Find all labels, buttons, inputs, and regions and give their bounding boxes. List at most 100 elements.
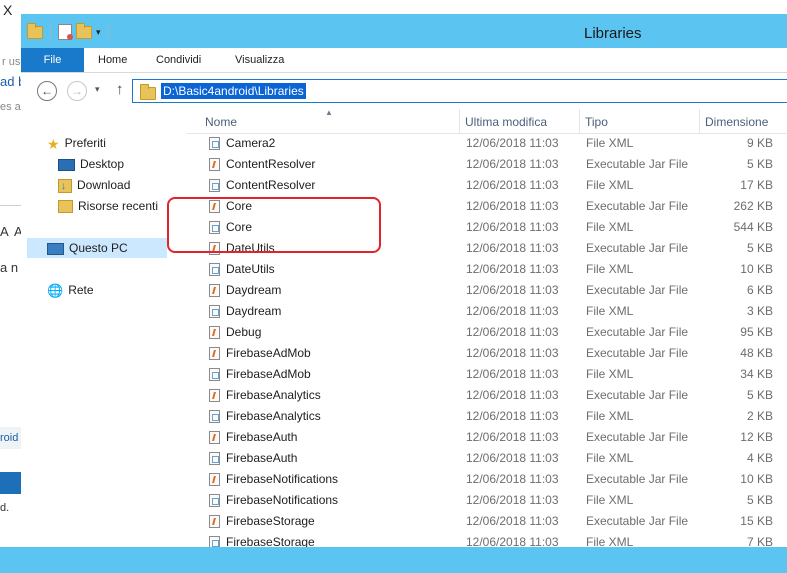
tab-home[interactable]: Home <box>98 48 127 72</box>
file-name: Camera2 <box>226 136 276 150</box>
up-button[interactable]: ↑ <box>116 81 124 98</box>
file-row[interactable]: FirebaseAuth 12/06/2018 11:03 File XML 4 KB <box>187 448 787 469</box>
background-cursor-glyph: X <box>3 2 13 18</box>
computer-icon <box>47 242 64 255</box>
file-size: 7 KB <box>746 535 773 547</box>
nav-item-label: Questo PC <box>69 241 128 255</box>
tab-file[interactable]: File <box>21 48 84 72</box>
jar-file-icon <box>209 284 220 297</box>
file-type: Executable Jar File <box>586 430 689 444</box>
file-row[interactable]: DateUtils 12/06/2018 11:03 File XML 10 KB <box>187 259 787 280</box>
window-bottom-border <box>0 547 787 573</box>
customize-toolbar-arrow-icon[interactable]: ▾ <box>96 27 101 38</box>
file-name: FirebaseNotifications <box>226 472 339 486</box>
ribbon-tabs: File Home Condividi Visualizza <box>21 48 787 73</box>
window-title: Libraries <box>584 25 642 42</box>
file-date: 12/06/2018 11:03 <box>466 472 559 486</box>
title-bar[interactable]: ▾ Libraries <box>21 14 787 48</box>
file-row[interactable]: Daydream 12/06/2018 11:03 Executable Jar F… <box>187 280 787 301</box>
file-name: Daydream <box>226 304 282 318</box>
file-size: 48 KB <box>740 346 773 360</box>
file-name: ContentResolver <box>226 178 316 192</box>
file-name: ContentResolver <box>226 157 316 171</box>
file-type: File XML <box>586 178 634 192</box>
file-size: 3 KB <box>746 304 773 318</box>
file-type: Executable Jar File <box>586 199 689 213</box>
nav-item-download[interactable]: Download <box>58 175 130 197</box>
nav-item-favorites[interactable]: ★ Preferiti <box>47 133 106 153</box>
file-row[interactable]: FirebaseStorage 12/06/2018 11:03 File XML 7… <box>187 532 787 547</box>
file-date: 12/06/2018 11:03 <box>466 241 559 255</box>
file-date: 12/06/2018 11:03 <box>466 346 559 360</box>
file-size: 17 KB <box>740 178 773 192</box>
file-name: FirebaseAuth <box>226 430 298 444</box>
background-text: d. <box>0 502 10 514</box>
file-date: 12/06/2018 11:03 <box>466 535 559 547</box>
file-size: 5 KB <box>746 493 773 507</box>
file-size: 10 KB <box>740 262 773 276</box>
star-icon: ★ <box>47 135 60 152</box>
file-type: File XML <box>586 535 634 547</box>
file-row[interactable]: FirebaseAuth 12/06/2018 11:03 Executable J… <box>187 427 787 448</box>
file-rows: Camera2 12/06/2018 11:03 File XML 9 KB Conte… <box>187 133 787 547</box>
file-name: FirebaseAnalytics <box>226 388 321 402</box>
file-type: Executable Jar File <box>586 472 689 486</box>
forward-button[interactable]: → <box>67 81 87 101</box>
nav-item-label: Risorse recenti <box>78 199 159 213</box>
file-date: 12/06/2018 11:03 <box>466 493 559 507</box>
file-row[interactable]: FirebaseAnalytics 12/06/2018 11:03 File XM… <box>187 406 787 427</box>
file-type: Executable Jar File <box>586 325 689 339</box>
nav-item-this-pc[interactable]: Questo PC <box>27 238 167 258</box>
file-size: 95 KB <box>740 325 773 339</box>
file-row[interactable]: FirebaseNotifications 12/06/2018 11:03 Exe… <box>187 469 787 490</box>
file-row[interactable]: FirebaseAdMob 12/06/2018 11:03 File XML 34 … <box>187 364 787 385</box>
nav-item-recent[interactable]: Risorse recenti <box>58 196 158 216</box>
file-name: FirebaseAnalytics <box>226 409 321 423</box>
tab-view[interactable]: Visualizza <box>235 48 284 72</box>
file-type: File XML <box>586 136 634 150</box>
new-folder-icon[interactable] <box>76 22 92 39</box>
file-name: FirebaseAdMob <box>226 367 311 381</box>
column-header-date[interactable]: Ultima modifica <box>460 109 580 133</box>
file-row[interactable]: Debug 12/06/2018 11:03 Executable Jar File… <box>187 322 787 343</box>
file-row[interactable]: ContentResolver 12/06/2018 11:03 File XML 1… <box>187 175 787 196</box>
xml-file-icon <box>209 494 220 507</box>
file-row[interactable]: ContentResolver 12/06/2018 11:03 Executabl… <box>187 154 787 175</box>
file-row[interactable]: FirebaseAnalytics 12/06/2018 11:03 Executa… <box>187 385 787 406</box>
file-date: 12/06/2018 11:03 <box>466 388 559 402</box>
tab-share[interactable]: Condividi <box>156 48 201 72</box>
xml-file-icon <box>209 410 220 423</box>
column-header-size[interactable]: Dimensione <box>700 109 787 133</box>
recent-places-icon <box>58 200 73 214</box>
file-row[interactable]: Daydream 12/06/2018 11:03 File XML 3 KB <box>187 301 787 322</box>
file-date: 12/06/2018 11:03 <box>466 199 559 213</box>
file-row[interactable]: FirebaseAdMob 12/06/2018 11:03 Executable … <box>187 343 787 364</box>
file-row[interactable]: FirebaseNotifications 12/06/2018 11:03 Fil… <box>187 490 787 511</box>
recent-locations-dropdown[interactable]: ▾ <box>95 84 100 95</box>
explorer-window: ▾ Libraries File Home Condividi Visualiz… <box>21 14 787 547</box>
address-path[interactable]: D:\Basic4android\Libraries <box>161 83 306 99</box>
properties-icon[interactable] <box>58 24 73 40</box>
folder-icon <box>27 22 43 39</box>
file-date: 12/06/2018 11:03 <box>466 367 559 381</box>
file-row[interactable]: Camera2 12/06/2018 11:03 File XML 9 KB <box>187 133 787 154</box>
xml-file-icon <box>209 263 220 276</box>
xml-file-icon <box>209 452 220 465</box>
desktop-icon <box>58 158 75 171</box>
file-size: 15 KB <box>740 514 773 528</box>
quick-access-toolbar: ▾ <box>27 22 112 40</box>
nav-item-label: Rete <box>68 283 94 297</box>
file-type: Executable Jar File <box>586 514 689 528</box>
file-row[interactable]: FirebaseStorage 12/06/2018 11:03 Executabl… <box>187 511 787 532</box>
file-date: 12/06/2018 11:03 <box>466 220 559 234</box>
back-button[interactable]: ← <box>37 81 57 101</box>
file-date: 12/06/2018 11:03 <box>466 451 559 465</box>
address-input[interactable]: D:\Basic4android\Libraries <box>132 79 787 103</box>
nav-item-desktop[interactable]: Desktop <box>58 154 124 174</box>
red-highlight-annotation <box>167 197 381 253</box>
file-type: File XML <box>586 262 634 276</box>
column-header-name[interactable]: Nome <box>200 109 460 133</box>
column-headers: ▲ Nome Ultima modifica Tipo Dimensione <box>187 109 787 134</box>
nav-item-network[interactable]: 🌐 Rete <box>47 280 94 300</box>
column-header-type[interactable]: Tipo <box>580 109 700 133</box>
